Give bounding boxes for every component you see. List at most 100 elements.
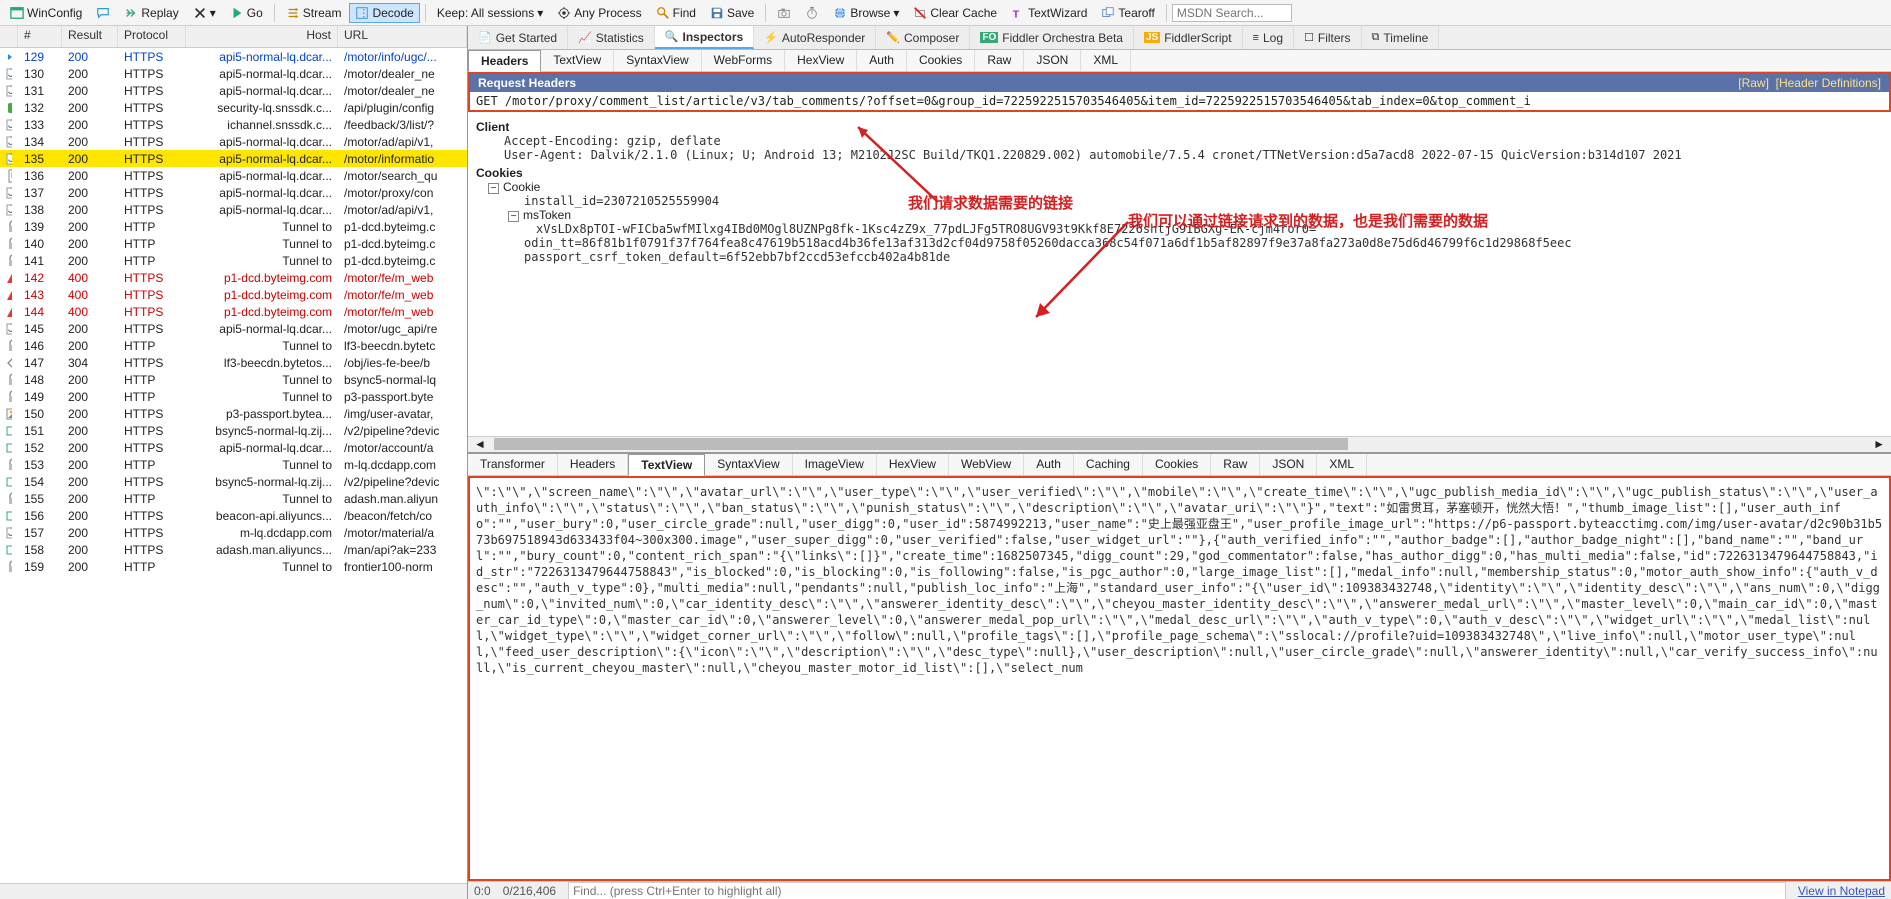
col-protocol[interactable]: Protocol bbox=[118, 26, 186, 47]
find-input[interactable] bbox=[568, 882, 1786, 899]
response-textview[interactable]: \":\"\",\"screen_name\":\"\",\"avatar_ur… bbox=[468, 476, 1891, 881]
resp-tab-auth[interactable]: Auth bbox=[1024, 454, 1074, 475]
session-row[interactable]: JS 145200 HTTPSapi5-normal-lq.dcar.../mo… bbox=[0, 320, 467, 337]
resp-tab-raw[interactable]: Raw bbox=[1211, 454, 1260, 475]
tab-timeline[interactable]: ⧉Timeline bbox=[1362, 26, 1440, 49]
accept-encoding[interactable]: Accept-Encoding: gzip, deflate bbox=[504, 134, 1883, 148]
col-id[interactable]: # bbox=[18, 26, 62, 47]
comment-button[interactable] bbox=[90, 3, 116, 23]
session-row[interactable]: 129200 HTTPSapi5-normal-lq.dcar.../motor… bbox=[0, 48, 467, 65]
session-row[interactable]: 153200 HTTPTunnel tom-lq.dcdapp.com bbox=[0, 456, 467, 473]
col-host[interactable]: Host bbox=[186, 26, 338, 47]
req-tab-hexview[interactable]: HexView bbox=[785, 50, 857, 71]
tab-inspectors[interactable]: 🔍Inspectors bbox=[655, 26, 754, 49]
save-button[interactable]: Save bbox=[704, 3, 760, 23]
odin-tt[interactable]: odin_tt=86f81b1f0791f37f764fea8c47619b51… bbox=[524, 236, 1883, 250]
header-definitions-link[interactable]: [Header Definitions] bbox=[1776, 76, 1881, 90]
col-url[interactable]: URL bbox=[338, 26, 467, 47]
msdn-search[interactable] bbox=[1172, 4, 1292, 22]
tab-log[interactable]: ≡Log bbox=[1243, 26, 1294, 49]
clearcache-button[interactable]: Clear Cache bbox=[907, 3, 1003, 23]
browse-button[interactable]: Browse ▾ bbox=[827, 3, 905, 23]
stream-button[interactable]: Stream bbox=[280, 3, 348, 23]
resp-tab-xml[interactable]: XML bbox=[1317, 454, 1367, 475]
tab-filters[interactable]: ☐Filters bbox=[1294, 26, 1362, 49]
session-row[interactable]: 139200 HTTPTunnel top1-dcd.byteimg.c bbox=[0, 218, 467, 235]
session-row[interactable]: JS 138200 HTTPSapi5-normal-lq.dcar.../mo… bbox=[0, 201, 467, 218]
session-row[interactable]: JS 133200 HTTPSichannel.snssdk.c.../feed… bbox=[0, 116, 467, 133]
session-row[interactable]: ! 144400 HTTPSp1-dcd.byteimg.com/motor/f… bbox=[0, 303, 467, 320]
req-tab-cookies[interactable]: Cookies bbox=[907, 50, 975, 71]
raw-link[interactable]: [Raw] bbox=[1738, 76, 1769, 90]
session-row[interactable]: 147304 HTTPSlf3-beecdn.bytetos.../obj/ie… bbox=[0, 354, 467, 371]
go-button[interactable]: Go bbox=[224, 3, 269, 23]
session-row[interactable]: JS 157200 HTTPSm-lq.dcdapp.com/motor/mat… bbox=[0, 524, 467, 541]
resp-tab-cookies[interactable]: Cookies bbox=[1143, 454, 1211, 475]
req-tab-xml[interactable]: XML bbox=[1081, 50, 1131, 71]
resp-tab-imageview[interactable]: ImageView bbox=[793, 454, 877, 475]
session-row[interactable]: 149200 HTTPTunnel top3-passport.byte bbox=[0, 388, 467, 405]
session-row[interactable]: JS 130200 HTTPSapi5-normal-lq.dcar.../mo… bbox=[0, 65, 467, 82]
session-row[interactable]: 155200 HTTPTunnel toadash.man.aliyun bbox=[0, 490, 467, 507]
tearoff-button[interactable]: Tearoff bbox=[1095, 3, 1160, 23]
resp-tab-headers[interactable]: Headers bbox=[558, 454, 628, 475]
find-button[interactable]: Find bbox=[650, 3, 702, 23]
session-row[interactable]: JS 135200 HTTPSapi5-normal-lq.dcar.../mo… bbox=[0, 150, 467, 167]
session-row[interactable]: 158200 HTTPSadash.man.aliyuncs.../man/ap… bbox=[0, 541, 467, 558]
passport-csrf[interactable]: passport_csrf_token_default=6f52ebb7bf2c… bbox=[524, 250, 1883, 264]
decode-button[interactable]: ⋮⋮Decode bbox=[349, 3, 419, 23]
tab-fiddlerscript[interactable]: JSFiddlerScript bbox=[1134, 26, 1243, 49]
resp-tab-transformer[interactable]: Transformer bbox=[468, 454, 558, 475]
session-row[interactable]: 151200 HTTPSbsync5-normal-lq.zij.../v2/p… bbox=[0, 422, 467, 439]
keep-button[interactable]: Keep: All sessions ▾ bbox=[431, 3, 549, 23]
tree-toggle[interactable]: − bbox=[488, 183, 499, 194]
tab-autoresponder[interactable]: ⚡AutoResponder bbox=[754, 26, 876, 49]
col-result[interactable]: Result bbox=[62, 26, 118, 47]
session-row[interactable]: JS 134200 HTTPSapi5-normal-lq.dcar.../mo… bbox=[0, 133, 467, 150]
view-in-notepad[interactable]: View in Notepad bbox=[1798, 884, 1885, 898]
session-row[interactable]: JS 137200 HTTPSapi5-normal-lq.dcar.../mo… bbox=[0, 184, 467, 201]
mstoken-value[interactable]: xVsLDx8pTOI-wFICba5wfMIlxg4IBd0MOgl8UZNP… bbox=[536, 222, 1883, 236]
req-tab-webforms[interactable]: WebForms bbox=[702, 50, 785, 71]
camera-button[interactable] bbox=[771, 3, 797, 23]
session-row[interactable]: 150200 HTTPSp3-passport.bytea.../img/use… bbox=[0, 405, 467, 422]
req-tab-syntaxview[interactable]: SyntaxView bbox=[614, 50, 701, 71]
cookie-node[interactable]: Cookie bbox=[503, 180, 540, 194]
tab-statistics[interactable]: 📈Statistics bbox=[568, 26, 655, 49]
resp-tab-hexview[interactable]: HexView bbox=[877, 454, 949, 475]
request-line[interactable]: GET /motor/proxy/comment_list/article/v3… bbox=[468, 92, 1891, 112]
textwizard-button[interactable]: TTextWizard bbox=[1005, 3, 1093, 23]
session-row[interactable]: 148200 HTTPTunnel tobsync5-normal-lq bbox=[0, 371, 467, 388]
tab-fiddler-orchestra-beta[interactable]: FOFiddler Orchestra Beta bbox=[970, 26, 1134, 49]
session-row[interactable]: 132200 HTTPSsecurity-lq.snssdk.c.../api/… bbox=[0, 99, 467, 116]
session-row[interactable]: ! 142400 HTTPSp1-dcd.byteimg.com/motor/f… bbox=[0, 269, 467, 286]
session-row[interactable]: 156200 HTTPSbeacon-api.aliyuncs.../beaco… bbox=[0, 507, 467, 524]
resp-tab-caching[interactable]: Caching bbox=[1074, 454, 1143, 475]
session-row[interactable]: 140200 HTTPTunnel top1-dcd.byteimg.c bbox=[0, 235, 467, 252]
replay-button[interactable]: Replay bbox=[118, 3, 184, 23]
remove-button[interactable]: ▾ bbox=[187, 3, 222, 23]
req-tab-auth[interactable]: Auth bbox=[857, 50, 907, 71]
request-hscroll[interactable]: ◄► bbox=[468, 436, 1891, 452]
resp-tab-textview[interactable]: TextView bbox=[628, 454, 705, 476]
resp-tab-syntaxview[interactable]: SyntaxView bbox=[705, 454, 792, 475]
session-row[interactable]: JS 131200 HTTPSapi5-normal-lq.dcar.../mo… bbox=[0, 82, 467, 99]
anyprocess-button[interactable]: Any Process bbox=[551, 3, 647, 23]
user-agent[interactable]: User-Agent: Dalvik/2.1.0 (Linux; U; Andr… bbox=[504, 148, 1883, 162]
tab-get-started[interactable]: 📄Get Started bbox=[468, 26, 568, 49]
session-row[interactable]: 154200 HTTPSbsync5-normal-lq.zij.../v2/p… bbox=[0, 473, 467, 490]
install-id[interactable]: install_id=2307210525559904 bbox=[524, 194, 1883, 208]
grid-hscroll[interactable] bbox=[0, 883, 467, 899]
timer-button[interactable] bbox=[799, 3, 825, 23]
session-row[interactable]: 152200 HTTPSapi5-normal-lq.dcar.../motor… bbox=[0, 439, 467, 456]
session-row[interactable]: 159200 HTTPTunnel tofrontier100-norm bbox=[0, 558, 467, 575]
session-row[interactable]: 146200 HTTPTunnel tolf3-beecdn.bytetc bbox=[0, 337, 467, 354]
mstoken-node[interactable]: msToken bbox=[523, 208, 571, 222]
winconfig-button[interactable]: WinConfig bbox=[4, 3, 88, 23]
req-tab-raw[interactable]: Raw bbox=[975, 50, 1024, 71]
req-tab-textview[interactable]: TextView bbox=[541, 50, 614, 71]
tab-composer[interactable]: ✏️Composer bbox=[876, 26, 970, 49]
resp-tab-webview[interactable]: WebView bbox=[949, 454, 1024, 475]
req-tab-json[interactable]: JSON bbox=[1024, 50, 1081, 71]
tree-toggle[interactable]: − bbox=[508, 211, 519, 222]
